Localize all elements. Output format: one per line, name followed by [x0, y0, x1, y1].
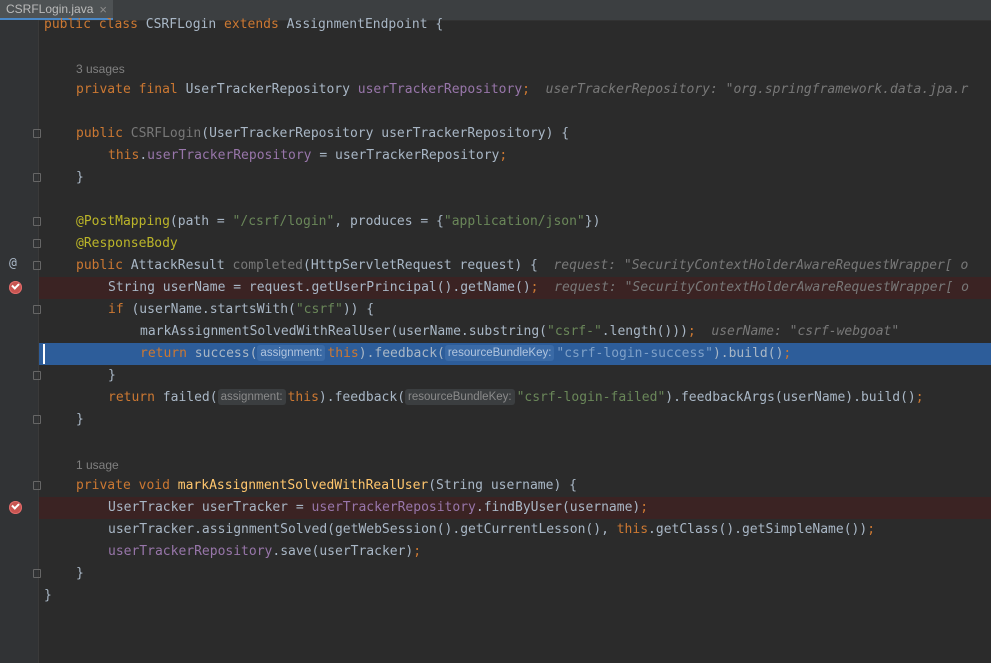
code-line: this.userTrackerRepository = userTracker…	[108, 148, 508, 163]
code-line: private final UserTrackerRepository user…	[76, 82, 969, 97]
code-line: }	[76, 566, 84, 581]
code-line: public class CSRFLogin extends Assignmen…	[44, 17, 444, 32]
breakpoint-line: String userName = request.getUserPrincip…	[39, 277, 991, 299]
code-line: userTrackerRepository.save(userTracker);	[108, 544, 422, 559]
editor-gutter[interactable]: @	[0, 20, 41, 663]
breakpoint-line: UserTracker userTracker = userTrackerRep…	[39, 497, 991, 519]
breakpoint-icon[interactable]	[9, 501, 22, 514]
code-line: @ResponseBody	[76, 236, 178, 251]
usage-hint[interactable]: 3 usages	[39, 58, 991, 80]
parameter-hint: assignment:	[217, 389, 286, 405]
parameter-hint: assignment:	[257, 345, 326, 361]
code-line: return failed(assignment: this).feedback(…	[108, 389, 924, 405]
debug-inline-value: userTrackerRepository: "org.springframew…	[545, 82, 969, 97]
code-line: public CSRFLogin(UserTrackerRepository u…	[76, 126, 570, 141]
code-line: }	[76, 412, 84, 427]
parameter-hint: resourceBundleKey:	[405, 389, 515, 405]
code-line: if (userName.startsWith("csrf")) {	[108, 302, 375, 317]
code-line: }	[108, 368, 116, 383]
code-line: }	[44, 588, 52, 603]
code-line: markAssignmentSolvedWithRealUser(userNam…	[140, 324, 900, 339]
execution-point-line: return success(assignment: this).feedback…	[39, 343, 991, 365]
debug-inline-value: userName: "csrf-webgoat"	[711, 324, 900, 339]
code-line: public AttackResult completed(HttpServle…	[76, 258, 969, 273]
code-line: }	[76, 170, 84, 185]
debug-inline-value: request: "SecurityContextHolderAwareRequ…	[554, 280, 969, 295]
debug-inline-value: request: "SecurityContextHolderAwareRequ…	[553, 258, 969, 273]
code-editor[interactable]: public class CSRFLogin extends Assignmen…	[39, 17, 991, 663]
text-caret	[43, 344, 45, 364]
breakpoint-icon[interactable]	[9, 281, 22, 294]
code-line: userTracker.assignmentSolved(getWebSessi…	[108, 522, 876, 537]
override-icon[interactable]: @	[9, 256, 17, 271]
parameter-hint: resourceBundleKey:	[444, 345, 555, 361]
code-line: private void markAssignmentSolvedWithRea…	[76, 478, 577, 493]
code-line: @PostMapping(path = "/csrf/login", produ…	[76, 214, 601, 229]
usage-hint[interactable]: 1 usage	[39, 454, 991, 476]
